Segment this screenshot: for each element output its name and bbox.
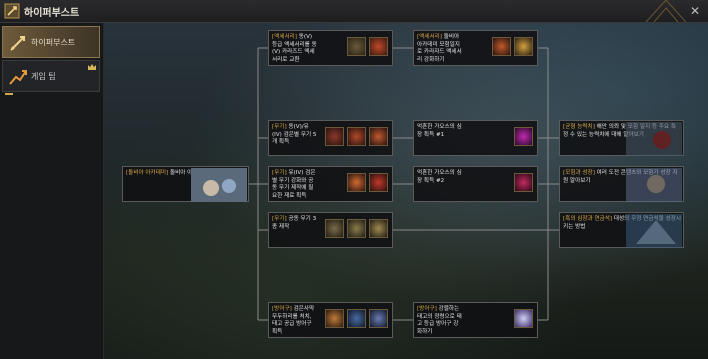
weapon-icon [369,127,388,146]
reward-items [325,309,388,328]
reward-items [514,127,533,146]
guide-image [626,214,682,248]
node-weapon-heart-1[interactable]: 억혼한 가오스의 심장 획득 #1 [413,120,538,156]
material-icon [347,173,366,192]
node-weapon-craft[interactable]: [무기] 공동 무기 3종 제작 [268,212,393,248]
node-text: [무기] 공동 무기 3종 제작 [272,216,317,230]
node-armor-acquire[interactable]: [방어구] 검은사막 무두하리를 처치, 태고 공급 방어구 획득 [268,302,393,338]
node-text: [무기] 동(V)/유(IV) 검은별 무기 5개 획득 [272,124,317,145]
node-text: 억혼한 가오스의 심장 획득 #2 [417,170,462,184]
node-text: [액세서리] 돌비아 아카데미 모험일지로 카라자드 액세서리 강화하기 [417,34,462,63]
node-start[interactable]: [돌비아 아카데미] 돌비아 아카데미 [122,166,249,202]
earring-icon [492,37,511,56]
reward-items [325,127,388,146]
node-adventure-growth[interactable]: [모험과 성장] 여러 도전 콘텐츠와 모험가 성장 지원 알아보기 [559,166,684,202]
weapon-icon [325,127,344,146]
node-text: [방어구] 검은사막 무두하리를 처치, 태고 공급 방어구 획득 [272,306,315,335]
node-weapon-acquire[interactable]: [무기] 동(V)/유(IV) 검은별 무기 5개 획득 [268,120,393,156]
material-icon [369,173,388,192]
helmet-icon [325,309,344,328]
node-text: [액세서리] 동(V) 등급 액세서리를 동(V) 카라즈드 액세서리로 교환 [272,34,317,63]
heart-icon [514,173,533,192]
weapon-icon [347,127,366,146]
node-accessory-exchange[interactable]: [액세서리] 동(V) 등급 액세서리를 동(V) 카라즈드 액세서리로 교환 [268,30,393,66]
necklace-icon [514,37,533,56]
node-weapon-heart-2[interactable]: 억혼한 가오스의 심장 획득 #2 [413,166,538,202]
node-text: [방어구] 강렬하는 태고의 정령으로 태고 등급 방어구 강화하기 [417,306,462,335]
guide-image [626,122,682,156]
node-accessory-enhance[interactable]: [액세서리] 돌비아 아카데미 모험일지로 카라자드 액세서리 강화하기 [413,30,538,66]
armor-icon [347,309,366,328]
necklace-icon [347,37,366,56]
node-black-spirit[interactable]: [흑의 심장과 연금석] 대성의 우정 연금석을 성장시키는 방법 [559,212,684,248]
academy-image [191,168,247,202]
gloves-icon [369,309,388,328]
reward-items [492,37,533,56]
reward-items [347,37,388,56]
spirit-stone-icon [514,309,533,328]
node-text: [무기] 유(IV) 검은별 무기 강화와 공동 무기 제작에 필요한 재료 획… [272,170,316,199]
sword-icon [325,219,344,238]
spear-icon [347,219,366,238]
reward-items [325,219,388,238]
reward-items [514,173,533,192]
heart-icon [514,127,533,146]
node-weapon-material[interactable]: [무기] 유(IV) 검은별 무기 강화와 공동 무기 제작에 필요한 재료 획… [268,166,393,202]
reward-items [514,309,533,328]
node-balance[interactable]: [균형 능력치] 해안 의뢰 및 모험 일지 등 주요 특정 수 있는 능력치에… [559,120,684,156]
staff-icon [369,219,388,238]
ring-icon [369,37,388,56]
node-text: 억혼한 가오스의 심장 획득 #1 [417,124,462,138]
node-armor-enhance[interactable]: [방어구] 강렬하는 태고의 정령으로 태고 등급 방어구 강화하기 [413,302,538,338]
reward-items [347,173,388,192]
guide-image [626,168,682,202]
